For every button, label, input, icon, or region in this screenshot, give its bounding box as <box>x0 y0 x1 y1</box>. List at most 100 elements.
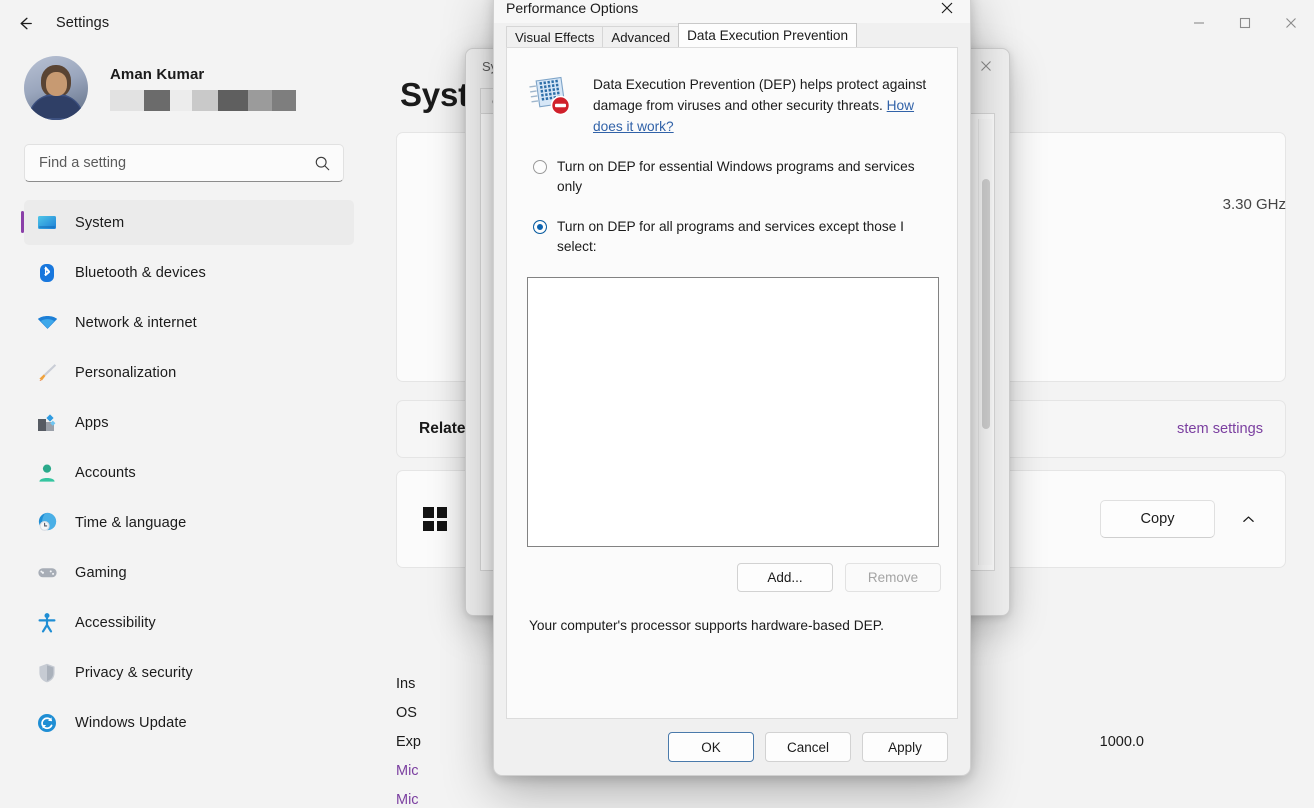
minimize-icon <box>1193 17 1205 29</box>
refresh-icon <box>34 710 60 736</box>
search-input[interactable] <box>39 155 314 171</box>
search-box[interactable] <box>24 144 344 182</box>
close-icon <box>980 60 992 72</box>
sidebar-item-windows-update[interactable]: Windows Update <box>24 700 354 745</box>
advanced-system-settings-link[interactable]: stem settings <box>1177 421 1263 437</box>
sidebar-nav: System Bluetooth & devices <box>10 192 358 745</box>
sidebar-item-label: Apps <box>75 415 109 431</box>
dep-option-all-except-selected[interactable]: Turn on DEP for all programs and service… <box>519 217 945 257</box>
clock-globe-icon <box>34 510 60 536</box>
close-button[interactable] <box>1268 0 1314 46</box>
dep-header: Data Execution Prevention (DEP) helps pr… <box>519 74 945 137</box>
sidebar-item-label: Accounts <box>75 465 136 481</box>
tab-advanced[interactable]: Advanced <box>602 26 679 47</box>
search-icon[interactable] <box>314 155 331 172</box>
scrollbar-thumb[interactable] <box>982 179 990 429</box>
spec-link[interactable]: Mic <box>396 792 421 808</box>
spec-link[interactable]: Mic <box>396 763 421 779</box>
sidebar-item-accounts[interactable]: Accounts <box>24 450 354 495</box>
accessibility-icon <box>34 610 60 636</box>
dep-description-text: Data Execution Prevention (DEP) helps pr… <box>593 77 926 113</box>
dep-list-actions: Add... Remove <box>519 563 941 592</box>
cpu-speed-text: 3.30 GHz <box>1223 196 1286 213</box>
dep-option-label: Turn on DEP for essential Windows progra… <box>557 157 941 197</box>
chevron-up-icon <box>1241 512 1256 527</box>
sidebar-item-network-internet[interactable]: Network & internet <box>24 300 354 345</box>
add-button[interactable]: Add... <box>737 563 833 592</box>
sidebar-item-label: Personalization <box>75 365 176 381</box>
sidebar-item-label: Bluetooth & devices <box>75 265 206 281</box>
sidebar-item-label: Windows Update <box>75 715 187 731</box>
sidebar-item-label: Network & internet <box>75 315 197 331</box>
settings-title: Settings <box>56 15 109 31</box>
apply-button[interactable]: Apply <box>862 732 948 762</box>
minimize-button[interactable] <box>1176 0 1222 46</box>
windows-logo-icon <box>423 507 447 531</box>
dep-description: Data Execution Prevention (DEP) helps pr… <box>593 74 933 137</box>
sidebar-item-system[interactable]: System <box>24 200 354 245</box>
sidebar-item-label: Time & language <box>75 515 186 531</box>
back-button[interactable] <box>8 6 42 40</box>
radio-button-checked[interactable] <box>533 220 547 234</box>
dep-panel: Data Execution Prevention (DEP) helps pr… <box>506 47 958 719</box>
expand-collapse-button[interactable] <box>1229 500 1267 538</box>
spec-line: OS <box>396 705 421 721</box>
gamepad-icon <box>34 560 60 586</box>
wifi-icon <box>34 310 60 336</box>
dep-option-label: Turn on DEP for all programs and service… <box>557 217 941 257</box>
close-icon <box>1285 17 1297 29</box>
search-wrap <box>10 136 358 192</box>
maximize-icon <box>1239 17 1251 29</box>
performance-options-titlebar: Performance Options <box>494 0 970 23</box>
sidebar-item-personalization[interactable]: Personalization <box>24 350 354 395</box>
spec-line: Exp <box>396 734 421 750</box>
specification-lines: Ins OS Exp Mic Mic <box>396 676 421 808</box>
sidebar-item-apps[interactable]: Apps <box>24 400 354 445</box>
person-icon <box>34 460 60 486</box>
related-label: Relate <box>419 420 466 438</box>
monitor-icon <box>34 210 60 236</box>
sidebar-item-label: Accessibility <box>75 615 156 631</box>
dep-option-essential-only[interactable]: Turn on DEP for essential Windows progra… <box>519 157 945 197</box>
account-row[interactable]: Aman Kumar <box>10 46 358 136</box>
performance-options-tabstrip: Visual Effects Advanced Data Execution P… <box>494 23 970 47</box>
avatar <box>24 56 88 120</box>
close-icon <box>940 1 954 15</box>
paintbrush-icon <box>34 360 60 386</box>
spec-line: Ins <box>396 676 421 692</box>
window-controls <box>1176 0 1314 46</box>
performance-options-dialog: Performance Options Visual Effects Advan… <box>493 0 971 776</box>
sidebar-item-bluetooth-devices[interactable]: Bluetooth & devices <box>24 250 354 295</box>
cancel-button[interactable]: Cancel <box>765 732 851 762</box>
tab-data-execution-prevention[interactable]: Data Execution Prevention <box>678 23 857 47</box>
account-text: Aman Kumar <box>110 66 296 111</box>
sidebar-item-accessibility[interactable]: Accessibility <box>24 600 354 645</box>
remove-button: Remove <box>845 563 941 592</box>
radio-button-unchecked[interactable] <box>533 160 547 174</box>
copy-button[interactable]: Copy <box>1100 500 1215 538</box>
account-name: Aman Kumar <box>110 66 296 83</box>
shield-icon <box>34 660 60 686</box>
spec-value-text: 1000.0 <box>1100 734 1144 750</box>
performance-options-title: Performance Options <box>506 0 638 16</box>
sidebar-item-label: System <box>75 215 124 231</box>
sidebar-item-gaming[interactable]: Gaming <box>24 550 354 595</box>
bluetooth-icon <box>34 260 60 286</box>
performance-options-footer: OK Cancel Apply <box>494 719 970 775</box>
dep-status-text: Your computer's processor supports hardw… <box>529 618 945 633</box>
sidebar-item-privacy-security[interactable]: Privacy & security <box>24 650 354 695</box>
sidebar: Aman Kumar <box>0 46 368 807</box>
maximize-button[interactable] <box>1222 0 1268 46</box>
performance-options-close-button[interactable] <box>924 0 970 23</box>
tab-visual-effects[interactable]: Visual Effects <box>506 26 603 47</box>
sidebar-item-label: Privacy & security <box>75 665 193 681</box>
ok-button[interactable]: OK <box>668 732 754 762</box>
arrow-left-icon <box>16 14 35 33</box>
account-email-redacted <box>110 90 296 111</box>
dep-shield-icon <box>529 74 573 137</box>
sidebar-item-label: Gaming <box>75 565 127 581</box>
system-properties-scrollbar[interactable] <box>978 119 992 565</box>
sidebar-item-time-language[interactable]: Time & language <box>24 500 354 545</box>
dep-exception-listbox[interactable] <box>527 277 939 547</box>
apps-icon <box>34 410 60 436</box>
